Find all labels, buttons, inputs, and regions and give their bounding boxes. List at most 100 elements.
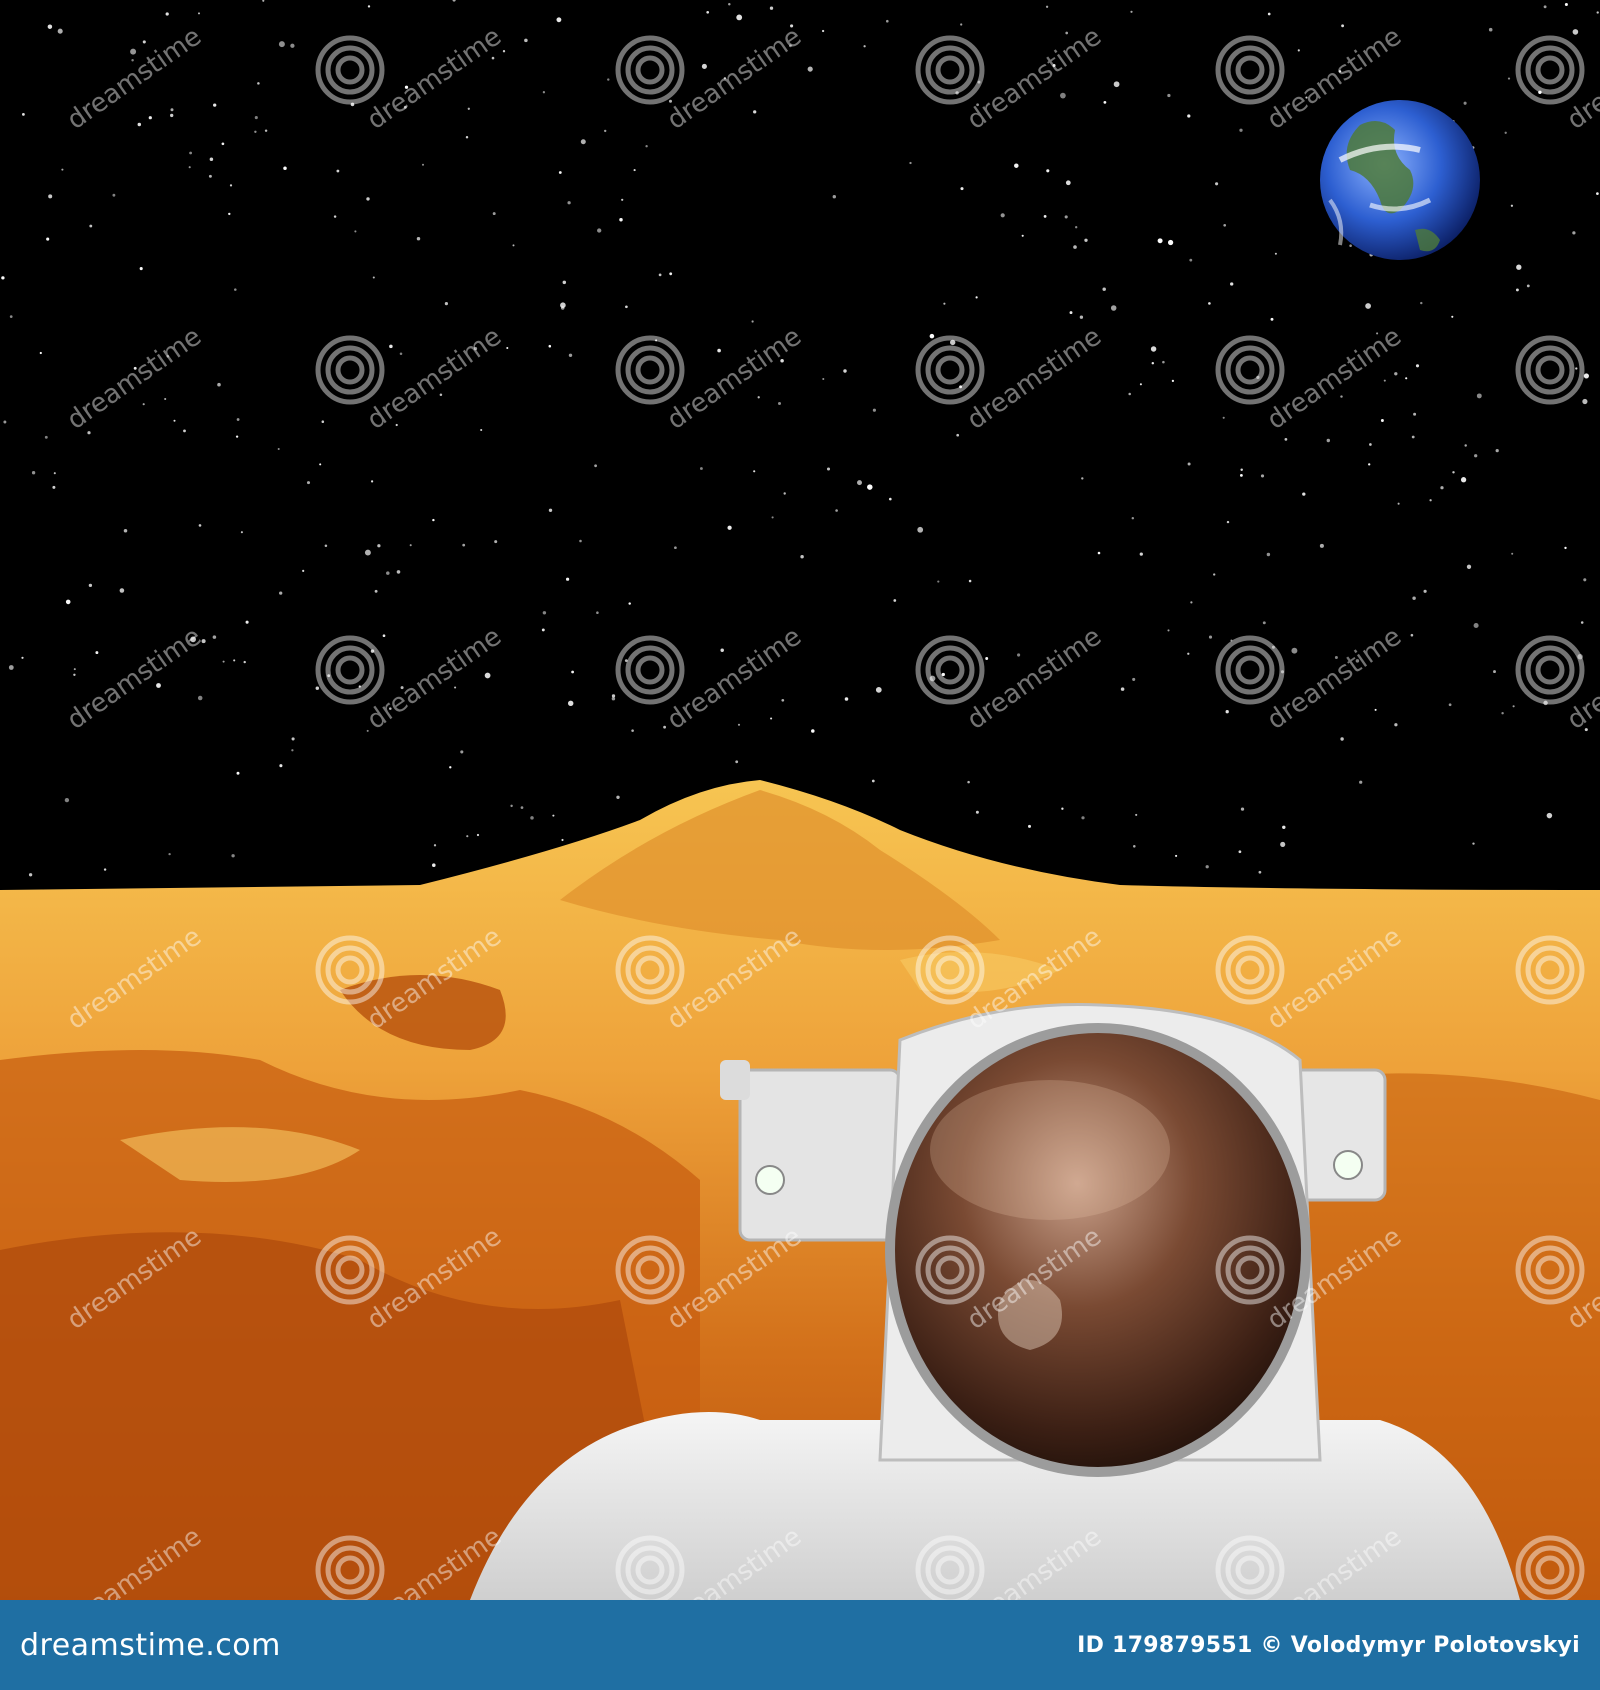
star [1215, 182, 1219, 186]
star [1466, 564, 1472, 569]
star [888, 497, 892, 501]
star [372, 276, 375, 279]
star [917, 526, 924, 533]
star [1167, 629, 1170, 632]
star [444, 302, 448, 306]
star [757, 396, 760, 399]
star [291, 749, 294, 752]
star [1064, 215, 1068, 219]
star [619, 217, 623, 222]
star [123, 528, 128, 533]
star [1187, 652, 1190, 655]
star [229, 184, 233, 187]
star [1132, 677, 1136, 681]
star [727, 525, 732, 530]
star [168, 852, 171, 856]
star [1368, 463, 1371, 466]
star [1069, 311, 1073, 315]
star [909, 161, 912, 165]
star [1504, 131, 1507, 134]
star [596, 611, 599, 614]
star [1081, 816, 1085, 820]
star [1429, 499, 1432, 502]
star [283, 166, 287, 170]
star [103, 868, 107, 871]
star [872, 408, 876, 412]
star [1021, 234, 1024, 237]
star [1274, 252, 1277, 255]
star [1440, 486, 1444, 490]
star [1065, 180, 1071, 186]
star [1359, 780, 1363, 784]
star [728, 3, 731, 6]
star [506, 346, 509, 350]
star [594, 464, 597, 468]
star [89, 224, 93, 228]
star [416, 236, 421, 241]
star [510, 804, 513, 808]
star [1501, 711, 1504, 715]
star [1464, 444, 1467, 447]
star [1262, 621, 1266, 625]
star [1452, 471, 1455, 474]
star [235, 435, 239, 438]
star [290, 43, 295, 48]
star [367, 5, 371, 8]
star [1415, 364, 1420, 368]
star [1420, 301, 1423, 305]
star [476, 833, 480, 837]
star [512, 244, 515, 247]
star [142, 403, 145, 406]
star [1575, 367, 1578, 370]
star [1596, 11, 1599, 14]
star [1128, 392, 1131, 396]
star [47, 24, 53, 29]
star [1208, 635, 1213, 639]
star [1512, 705, 1515, 708]
star [1190, 601, 1193, 604]
star [699, 467, 703, 470]
star [382, 634, 386, 638]
star [1493, 670, 1496, 674]
star [778, 402, 781, 405]
star [502, 50, 506, 53]
star [1000, 213, 1005, 218]
star [484, 672, 491, 679]
star [189, 151, 193, 155]
star [1135, 813, 1138, 816]
star [1187, 462, 1191, 466]
star [631, 729, 634, 732]
star [1084, 238, 1088, 242]
star [221, 142, 225, 146]
star [64, 797, 70, 803]
star [844, 697, 849, 701]
star [306, 481, 311, 485]
star [735, 760, 739, 764]
star [439, 393, 443, 397]
star [556, 17, 562, 23]
star [449, 766, 452, 769]
star [1151, 361, 1155, 365]
star [960, 187, 964, 191]
star [1476, 393, 1482, 399]
star [1175, 854, 1178, 857]
star [8, 665, 14, 670]
star [567, 700, 574, 707]
footer-credit: ID 179879551 © Volodymyr Polotovskyi [1077, 1632, 1580, 1658]
star [31, 471, 36, 475]
star [197, 12, 201, 15]
star [807, 66, 813, 72]
star [1079, 315, 1084, 319]
star [1394, 723, 1398, 727]
star [832, 195, 836, 199]
star [165, 12, 169, 16]
star [198, 524, 202, 527]
star [1473, 622, 1479, 629]
star [520, 806, 524, 809]
star [975, 296, 978, 299]
star [366, 729, 369, 732]
star [3, 420, 7, 424]
star [1472, 842, 1475, 845]
star [1340, 395, 1343, 398]
earth-planet [1320, 100, 1480, 260]
